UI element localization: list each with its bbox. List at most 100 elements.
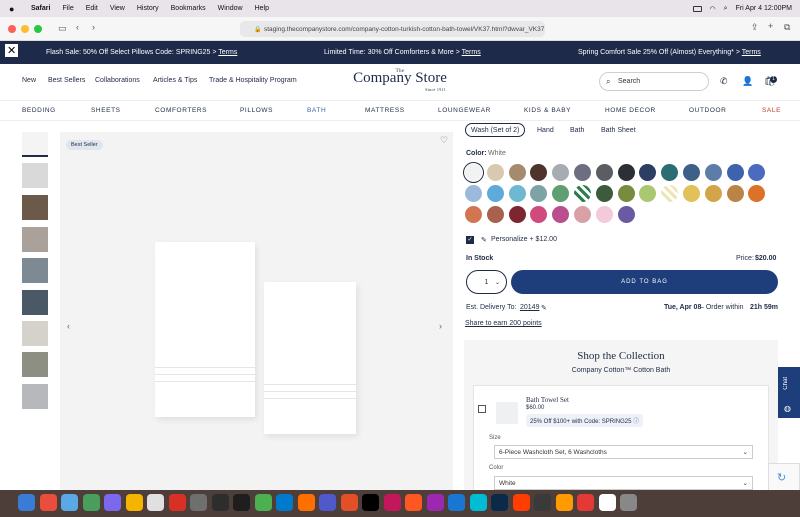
dock-app-icon[interactable] (598, 494, 616, 511)
color-swatch[interactable] (726, 185, 744, 202)
site-logo[interactable]: The Company Store Since 1911 (350, 69, 450, 92)
tab-overview-icon[interactable]: ⧉ (784, 22, 790, 33)
personalize-label[interactable]: Personalize + $12.00 (491, 236, 557, 243)
dock-app-icon[interactable] (555, 494, 573, 511)
cat-sheets[interactable]: SHEETS (91, 107, 121, 114)
option-wash[interactable]: Wash (Set of 2) (465, 123, 526, 137)
new-tab-icon[interactable]: + (768, 21, 773, 31)
color-swatch[interactable] (683, 185, 700, 202)
dock-app-icon[interactable] (426, 494, 444, 511)
personalize-checkbox[interactable]: ✓ (466, 236, 474, 244)
promo-1-terms-link[interactable]: Terms (218, 49, 237, 56)
dock-app-icon[interactable] (125, 494, 143, 511)
thumbnail-6[interactable] (22, 290, 48, 315)
zoom-window-button[interactable] (34, 25, 42, 33)
color-swatch[interactable] (508, 206, 526, 223)
color-swatch[interactable] (465, 185, 482, 202)
color-swatch[interactable] (574, 164, 591, 181)
prev-image-icon[interactable]: ‹ (67, 321, 70, 331)
thumbnail-2[interactable] (22, 163, 48, 188)
quantity-select[interactable]: 1 ⌄ (466, 270, 507, 294)
dock-app-icon[interactable] (362, 494, 379, 511)
thumbnail-5[interactable] (22, 258, 48, 283)
share-link[interactable]: Share to earn 200 points (465, 320, 542, 327)
info-icon[interactable]: ⓘ (633, 419, 639, 425)
color-swatch[interactable] (465, 164, 482, 181)
dock-app-icon[interactable] (190, 494, 207, 511)
cat-mattress[interactable]: MATTRESS (365, 107, 405, 114)
color-swatch[interactable] (574, 185, 591, 202)
menu-file[interactable]: File (62, 5, 73, 12)
wifi-icon[interactable]: ◠ (710, 5, 716, 13)
color-swatch[interactable] (530, 185, 548, 202)
cat-home-decor[interactable]: HOME DECOR (605, 107, 656, 114)
menu-bookmarks[interactable]: Bookmarks (171, 5, 206, 12)
next-image-icon[interactable]: › (439, 321, 442, 331)
thumbnail-3[interactable] (22, 195, 48, 220)
nav-trade-program[interactable]: Trade & Hospitality Program (209, 77, 297, 84)
dock-app-icon[interactable] (340, 494, 358, 511)
nav-articles-tips[interactable]: Articles & Tips (153, 77, 197, 84)
share-icon[interactable]: ⇪ (751, 22, 759, 33)
menu-app[interactable]: Safari (31, 5, 50, 12)
size-select[interactable]: 6-Piece Washcloth Set, 6 Washcloths ⌄ (494, 445, 753, 459)
dock-app-icon[interactable] (491, 494, 508, 511)
color-swatch[interactable] (574, 206, 591, 223)
cat-outdoor[interactable]: OUTDOOR (689, 107, 726, 114)
dock-app-icon[interactable] (233, 494, 250, 511)
dock-app-icon[interactable] (211, 494, 229, 511)
color-swatch[interactable] (486, 206, 504, 223)
item-name[interactable]: Bath Towel Set (526, 396, 569, 404)
chat-button[interactable]: Chat ◍ (778, 367, 800, 418)
dock-app-icon[interactable] (469, 494, 487, 511)
color-swatch[interactable] (552, 164, 570, 181)
close-icon[interactable]: ✕ (5, 44, 19, 57)
menu-history[interactable]: History (137, 5, 159, 12)
dock-app-icon[interactable] (276, 494, 293, 511)
color-swatch[interactable] (639, 185, 657, 202)
menu-view[interactable]: View (110, 5, 125, 12)
dock-app-icon[interactable] (512, 494, 530, 511)
dock-app-icon[interactable] (147, 494, 164, 511)
minimize-window-button[interactable] (21, 25, 29, 33)
color-swatch[interactable] (508, 164, 526, 181)
color-swatch[interactable] (704, 185, 722, 202)
back-icon[interactable]: ‹ (76, 22, 79, 32)
dock-app-icon[interactable] (168, 494, 186, 511)
option-hand[interactable]: Hand (532, 123, 559, 137)
color-swatch[interactable] (639, 164, 657, 181)
delivery-zip[interactable]: 20149 (520, 304, 539, 311)
color-swatch[interactable] (661, 164, 679, 181)
dock-app-icon[interactable] (104, 494, 121, 511)
cat-kids-baby[interactable]: KIDS & BABY (524, 107, 571, 114)
close-window-button[interactable] (8, 25, 16, 33)
nav-new[interactable]: New (22, 77, 36, 84)
menu-window[interactable]: Window (218, 5, 243, 12)
search-input[interactable]: ⌕ Search (599, 72, 709, 91)
cat-comforters[interactable]: COMFORTERS (155, 107, 207, 114)
color-swatch[interactable] (748, 185, 766, 202)
promo-3-terms-link[interactable]: Terms (742, 49, 761, 56)
dock-app-icon[interactable] (577, 494, 594, 511)
apple-icon[interactable]: ● (9, 4, 19, 14)
color-swatch[interactable] (661, 185, 679, 202)
dock-app-icon[interactable] (620, 494, 637, 511)
cat-sale[interactable]: SALE (762, 107, 781, 114)
dock-app-icon[interactable] (405, 494, 422, 511)
thumbnail-8[interactable] (22, 352, 48, 377)
color-swatch[interactable] (617, 206, 635, 223)
color-swatch[interactable] (617, 164, 635, 181)
color-swatch[interactable] (683, 164, 700, 181)
cat-loungewear[interactable]: LOUNGEWEAR (438, 107, 491, 114)
color-swatch[interactable] (595, 164, 613, 181)
cat-pillows[interactable]: PILLOWS (240, 107, 273, 114)
cat-bath[interactable]: BATH (307, 107, 326, 114)
thumbnail-9[interactable] (22, 384, 48, 409)
forward-icon[interactable]: › (92, 22, 95, 32)
dock-app-icon[interactable] (448, 494, 465, 511)
clock[interactable]: Fri Apr 4 12:00PM (736, 5, 792, 12)
heart-icon[interactable]: ♡ (440, 135, 448, 146)
nav-collaborations[interactable]: Collaborations (95, 77, 140, 84)
option-bath-sheet[interactable]: Bath Sheet (596, 123, 641, 137)
color-swatch[interactable] (595, 206, 613, 223)
